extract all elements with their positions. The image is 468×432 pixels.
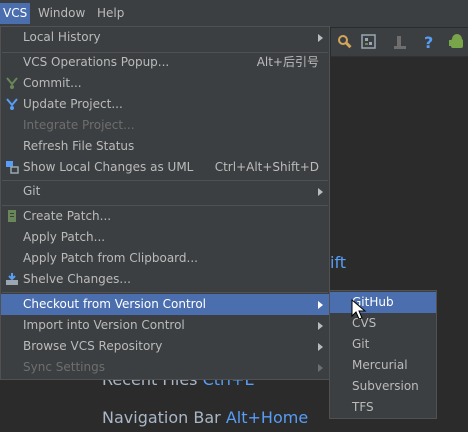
checkout-submenu: GitHub CVS Git Mercurial Subversion TFS [329, 290, 437, 419]
submenu-item-label: TFS [352, 400, 374, 414]
svg-text:?: ? [424, 33, 433, 51]
submenu-arrow-icon [318, 34, 323, 42]
update-project-icon [6, 98, 18, 110]
commit-icon [6, 77, 18, 89]
menu-item-show-local-changes-uml[interactable]: Show Local Changes as UML Ctrl+Alt+Shift… [1, 157, 329, 178]
submenu-item-mercurial[interactable]: Mercurial [330, 355, 436, 376]
android-icon[interactable] [448, 33, 466, 51]
submenu-item-subversion[interactable]: Subversion [330, 376, 436, 397]
navigation-bar-hint: Navigation Bar Alt+Home [102, 408, 309, 427]
submenu-arrow-icon [318, 343, 323, 351]
uml-diagram-icon [6, 161, 19, 174]
submenu-item-github[interactable]: GitHub [330, 292, 436, 313]
menu-item-shelve-changes[interactable]: Shelve Changes... [1, 269, 329, 290]
menu-item-shortcut: Alt+后引号 [256, 55, 319, 69]
menu-item-integrate-project: Integrate Project... [1, 115, 329, 136]
welcome-hint-fragment: ift [330, 253, 347, 272]
submenu-item-git[interactable]: Git [330, 334, 436, 355]
menu-item-apply-patch-clipboard[interactable]: Apply Patch from Clipboard... [1, 248, 329, 269]
submenu-item-label: Subversion [352, 379, 419, 393]
menu-item-apply-patch[interactable]: Apply Patch... [1, 227, 329, 248]
menu-item-label: Browse VCS Repository [23, 339, 163, 353]
submenu-arrow-icon [318, 188, 323, 196]
menu-item-label: Create Patch... [23, 209, 112, 223]
menu-item-browse-vcs-repository[interactable]: Browse VCS Repository [1, 336, 329, 357]
menu-item-label: Sync Settings [23, 360, 105, 374]
menu-item-refresh-file-status[interactable]: Refresh File Status [1, 136, 329, 157]
settings-tool-icon[interactable] [336, 33, 354, 51]
menu-item-label: Git [23, 184, 41, 198]
menu-item-label: VCS Operations Popup... [23, 55, 170, 69]
menu-item-commit[interactable]: Commit... [1, 73, 329, 94]
mouse-cursor-icon [351, 299, 367, 320]
submenu-item-label: Mercurial [352, 358, 408, 372]
menu-help[interactable]: Help [94, 3, 127, 24]
menu-item-import-into-vcs[interactable]: Import into Version Control [1, 315, 329, 336]
menu-item-label: Refresh File Status [23, 139, 135, 153]
menu-item-label: Apply Patch... [23, 230, 106, 244]
run-icon[interactable] [391, 33, 409, 51]
menu-item-shortcut: Ctrl+Alt+Shift+D [214, 160, 319, 174]
menu-item-label: Show Local Changes as UML [23, 160, 194, 174]
menu-separator [2, 292, 328, 293]
menu-item-vcs-operations-popup[interactable]: VCS Operations Popup... Alt+后引号 [1, 52, 329, 73]
menu-item-label: Apply Patch from Clipboard... [23, 251, 198, 265]
main-toolbar: ? [331, 28, 468, 57]
menu-item-label: Local History [23, 30, 101, 44]
menu-item-label: Shelve Changes... [23, 272, 131, 286]
menu-item-label: Import into Version Control [23, 318, 185, 332]
submenu-item-label: Git [352, 337, 370, 351]
submenu-item-cvs[interactable]: CVS [330, 313, 436, 334]
vcs-dropdown-menu: Local History VCS Operations Popup... Al… [0, 26, 330, 380]
menu-item-sync-settings: Sync Settings [1, 357, 329, 378]
menu-item-label: Commit... [23, 76, 82, 90]
menu-item-git[interactable]: Git [1, 181, 329, 202]
menu-item-checkout-from-vcs[interactable]: Checkout from Version Control [1, 294, 329, 315]
menu-item-label: Integrate Project... [23, 118, 135, 132]
menu-window[interactable]: Window [35, 3, 88, 24]
menu-item-label: Checkout from Version Control [23, 297, 207, 311]
menu-vcs[interactable]: VCS [0, 3, 31, 24]
submenu-arrow-icon [318, 364, 323, 372]
menu-item-label: Update Project... [23, 97, 123, 111]
shelve-changes-icon [6, 273, 18, 285]
help-icon[interactable]: ? [420, 33, 438, 51]
menu-item-local-history[interactable]: Local History [1, 27, 329, 48]
menu-item-create-patch[interactable]: Create Patch... [1, 206, 329, 227]
submenu-arrow-icon [318, 301, 323, 309]
menu-item-update-project[interactable]: Update Project... [1, 94, 329, 115]
project-structure-icon[interactable] [360, 33, 378, 51]
submenu-arrow-icon [318, 322, 323, 330]
submenu-item-tfs[interactable]: TFS [330, 397, 436, 418]
create-patch-icon [8, 210, 16, 222]
menu-bar: VCS Window Help [0, 0, 468, 28]
